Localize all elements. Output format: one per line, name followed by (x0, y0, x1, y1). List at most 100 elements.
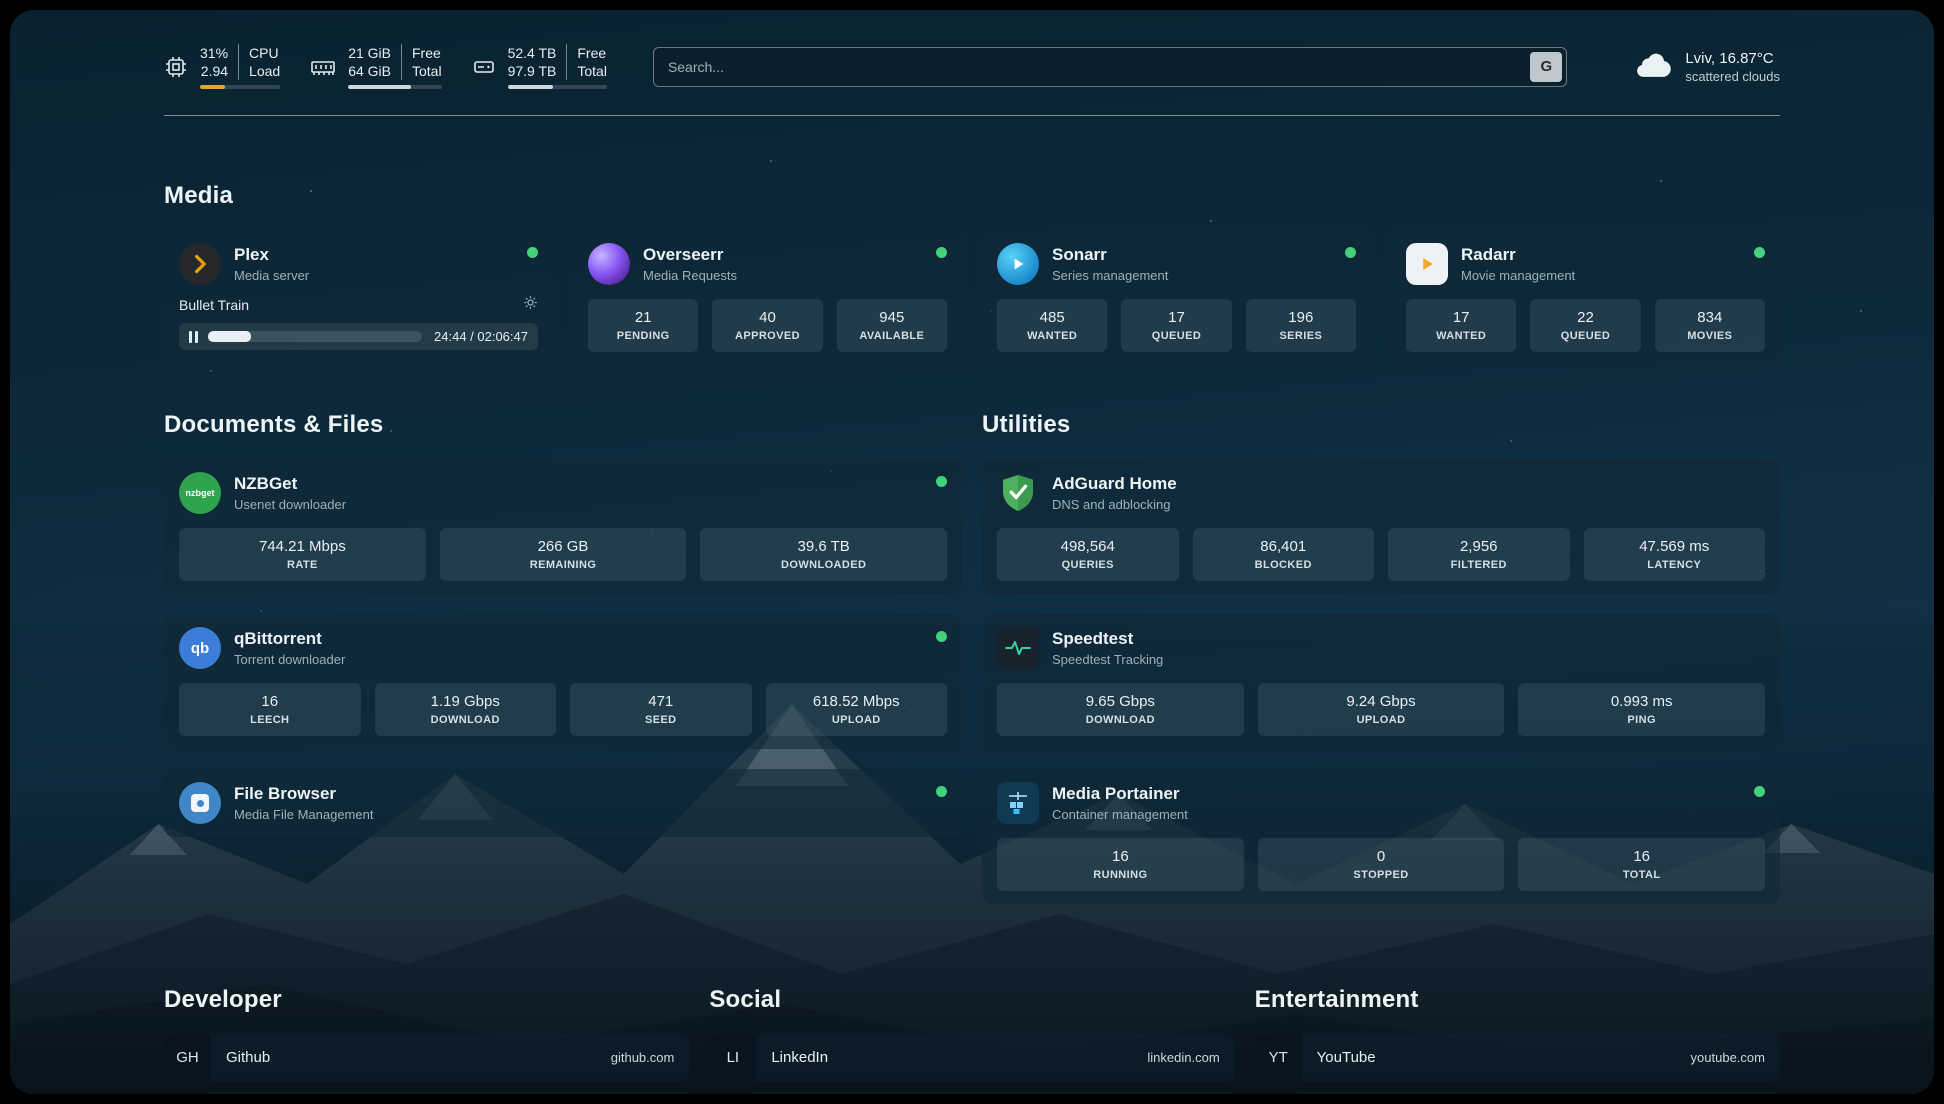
documents-section: Documents & Files nzbget NZBGet Usenet d… (164, 411, 962, 857)
pause-button[interactable] (189, 331, 198, 343)
status-dot (1754, 247, 1765, 258)
cpu-label-1: CPU (249, 44, 280, 62)
bookmark-twitter[interactable]: TW Twitter twitter.com (709, 1092, 1234, 1094)
bookmark-url: github.com (611, 1050, 675, 1065)
ram-free: 21 GiB (348, 44, 391, 62)
bookmark-url: youtube.com (1691, 1050, 1765, 1065)
service-desc: Torrent downloader (234, 652, 345, 667)
service-name: NZBGet (234, 474, 346, 494)
stat-filtered: 2,956FILTERED (1388, 528, 1570, 581)
stat-ping: 0.993 msPING (1518, 683, 1765, 736)
bookmark-github[interactable]: GH Github github.com (164, 1034, 689, 1081)
status-dot (1345, 247, 1356, 258)
divider (238, 44, 239, 80)
section-title-developer: Developer (164, 986, 689, 1014)
cpu-percent: 31% (200, 44, 228, 62)
service-card-plex[interactable]: Plex Media server Bullet Train (164, 230, 553, 365)
stat-pending: 21PENDING (588, 299, 698, 352)
stat-seed: 471SEED (570, 683, 752, 736)
plex-now-playing: Bullet Train 24:44 / 02:06:47 (179, 295, 538, 350)
section-title-media: Media (164, 182, 1780, 210)
section-title-entertainment: Entertainment (1255, 986, 1780, 1014)
search-input[interactable] (653, 47, 1567, 87)
bookmark-youtube[interactable]: YT YouTube youtube.com (1255, 1034, 1780, 1081)
stat-queries: 498,564QUERIES (997, 528, 1179, 581)
service-card-radarr[interactable]: Radarr Movie management 17WANTED 22QUEUE… (1391, 230, 1780, 365)
entertainment-section: Entertainment YT YouTube youtube.com NF … (1255, 986, 1780, 1094)
media-section: Plex Media server Bullet Train (164, 230, 1780, 365)
bookmark-name: LinkedIn (771, 1049, 828, 1066)
disk-free: 52.4 TB (508, 44, 557, 62)
topbar: 31% 2.94 CPU Load (164, 44, 1780, 89)
overseerr-icon (588, 243, 630, 285)
plex-icon (179, 243, 221, 285)
service-name: Media Portainer (1052, 784, 1188, 804)
service-name: File Browser (234, 784, 373, 804)
cpu-usage-bar (200, 85, 280, 89)
divider (401, 44, 402, 80)
cloud-icon (1633, 52, 1673, 82)
bookmark-linkedin[interactable]: LI LinkedIn linkedin.com (709, 1034, 1234, 1081)
service-card-nzbget[interactable]: nzbget NZBGet Usenet downloader 744.21 M… (164, 459, 962, 594)
weather-widget: Lviv, 16.87°C scattered clouds (1633, 50, 1780, 84)
service-card-qbittorrent[interactable]: qb qBittorrent Torrent downloader 16LEEC… (164, 614, 962, 749)
divider (566, 44, 567, 80)
service-name: AdGuard Home (1052, 474, 1177, 494)
bookmark-url: linkedin.com (1147, 1050, 1219, 1065)
search-provider-button[interactable]: G (1530, 52, 1562, 82)
disk-total: 97.9 TB (508, 62, 557, 80)
stat-upload: 618.52 MbpsUPLOAD (766, 683, 948, 736)
service-card-adguard[interactable]: AdGuard Home DNS and adblocking 498,564Q… (982, 459, 1780, 594)
service-card-speedtest[interactable]: Speedtest Speedtest Tracking 9.65 GbpsDO… (982, 614, 1780, 749)
status-dot (1754, 786, 1765, 797)
resource-metrics: 31% 2.94 CPU Load (164, 44, 607, 89)
speedtest-icon (997, 627, 1039, 669)
snow-particles (10, 10, 12, 12)
stat-stopped: 0STOPPED (1258, 838, 1505, 891)
stat-available: 945AVAILABLE (837, 299, 947, 352)
cpu-widget: 31% 2.94 CPU Load (164, 44, 280, 89)
service-desc: Container management (1052, 807, 1188, 822)
cpu-icon (164, 55, 188, 79)
stat-rate: 744.21 MbpsRATE (179, 528, 426, 581)
stat-download: 1.19 GbpsDOWNLOAD (375, 683, 557, 736)
stat-latency: 47.569 msLATENCY (1584, 528, 1766, 581)
status-dot (936, 631, 947, 642)
topbar-divider (164, 115, 1780, 116)
service-card-filebrowser[interactable]: File Browser Media File Management (164, 769, 962, 837)
status-dot (527, 247, 538, 258)
service-card-overseerr[interactable]: Overseerr Media Requests 21PENDING 40APP… (573, 230, 962, 365)
service-name: Overseerr (643, 245, 737, 265)
bookmark-abbr: LI (709, 1034, 756, 1081)
bookmark-stackoverflow[interactable]: SO StackOverflow stackoverflow.com (164, 1092, 689, 1094)
ram-widget: 21 GiB 64 GiB Free Total (310, 44, 441, 89)
stat-download: 9.65 GbpsDOWNLOAD (997, 683, 1244, 736)
gear-icon[interactable] (523, 295, 538, 315)
social-section: Social LI LinkedIn linkedin.com TW Twitt… (709, 986, 1234, 1094)
weather-condition: scattered clouds (1685, 69, 1780, 84)
playback-progress-bar[interactable] (208, 331, 422, 342)
service-desc: Media Requests (643, 268, 737, 283)
developer-section: Developer GH Github github.com SO StackO… (164, 986, 689, 1094)
now-playing-title: Bullet Train (179, 297, 249, 313)
service-card-portainer[interactable]: Media Portainer Container management 16R… (982, 769, 1780, 904)
service-card-sonarr[interactable]: Sonarr Series management 485WANTED 17QUE… (982, 230, 1371, 365)
disk-widget: 52.4 TB 97.9 TB Free Total (472, 44, 607, 89)
bookmark-abbr: YT (1255, 1034, 1302, 1081)
bookmark-abbr: NF (1255, 1092, 1302, 1094)
cpu-label-2: Load (249, 62, 280, 80)
service-desc: Speedtest Tracking (1052, 652, 1163, 667)
stat-wanted: 17WANTED (1406, 299, 1516, 352)
stat-total: 16TOTAL (1518, 838, 1765, 891)
status-dot (936, 247, 947, 258)
service-desc: Movie management (1461, 268, 1575, 283)
bookmark-name: YouTube (1317, 1049, 1376, 1066)
stat-wanted: 485WANTED (997, 299, 1107, 352)
status-dot (936, 786, 947, 797)
ram-label-2: Total (412, 62, 442, 80)
qbittorrent-icon: qb (179, 627, 221, 669)
stat-movies: 834MOVIES (1655, 299, 1765, 352)
bookmark-abbr: SO (164, 1092, 211, 1094)
bookmark-netflix[interactable]: NF Netflix netflix.com (1255, 1092, 1780, 1094)
disk-label-2: Total (577, 62, 607, 80)
